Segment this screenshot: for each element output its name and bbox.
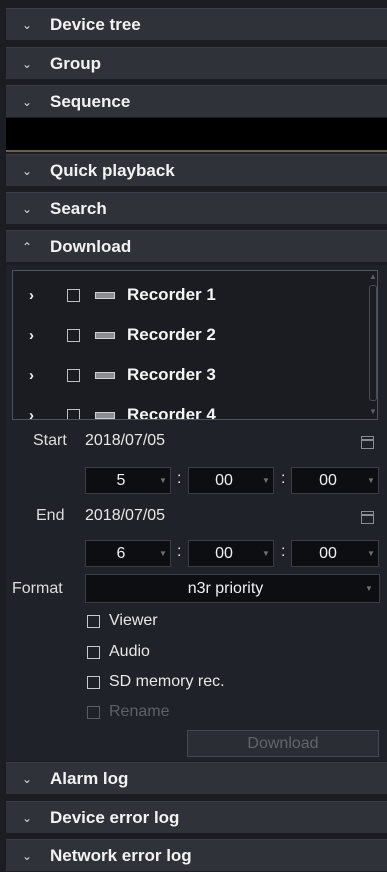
start-date[interactable]: 2018/07/05 bbox=[85, 432, 165, 450]
time-separator: : bbox=[281, 470, 286, 487]
chevron-down-icon[interactable]: ▼ bbox=[364, 476, 378, 485]
recorder-checkbox[interactable] bbox=[67, 328, 80, 342]
chevron-down-icon[interactable]: ▼ bbox=[156, 476, 170, 485]
end-label: End bbox=[36, 507, 65, 524]
viewer-option[interactable]: Viewer bbox=[87, 610, 158, 632]
tree-row-recorder-3[interactable]: › Recorder 3 bbox=[13, 355, 358, 395]
audio-label: Audio bbox=[109, 643, 150, 660]
panel-download[interactable]: ⌃ Download bbox=[6, 230, 387, 262]
panel-title-sequence: Sequence bbox=[50, 91, 131, 111]
panel-title-group: Group bbox=[50, 53, 101, 73]
scrollbar-thumb[interactable] bbox=[369, 285, 377, 401]
chevron-right-icon[interactable]: › bbox=[29, 327, 34, 344]
panel-quick-playback[interactable]: ⌄ Quick playback bbox=[6, 154, 387, 186]
chevron-down-icon: ⌄ bbox=[21, 848, 33, 863]
end-minute-spinner[interactable]: 00 ▼ bbox=[188, 540, 274, 567]
tree-scrollbar[interactable]: ▲ ▼ bbox=[368, 271, 377, 419]
chevron-down-icon: ⌄ bbox=[21, 163, 33, 178]
chevron-down-icon[interactable]: ▼ bbox=[156, 549, 170, 558]
format-label: Format bbox=[12, 580, 63, 597]
chevron-right-icon[interactable]: › bbox=[29, 287, 34, 304]
format-value: n3r priority bbox=[187, 579, 264, 597]
panel-title-device-error-log: Device error log bbox=[50, 807, 180, 827]
recorder-icon bbox=[95, 411, 115, 419]
chevron-right-icon[interactable]: › bbox=[29, 367, 34, 384]
end-hour-spinner[interactable]: 6 ▼ bbox=[85, 540, 171, 567]
calendar-icon[interactable] bbox=[361, 511, 374, 524]
panel-title-device-tree: Device tree bbox=[50, 14, 141, 34]
audio-checkbox[interactable] bbox=[87, 645, 100, 659]
sd-memory-option[interactable]: SD memory rec. bbox=[87, 671, 225, 693]
recorder-name: Recorder 2 bbox=[127, 325, 216, 344]
chevron-down-icon: ⌄ bbox=[21, 94, 33, 109]
recorder-tree[interactable]: › Recorder 1 › Recorder 2 › Recorder 3 ›… bbox=[12, 270, 378, 420]
start-second-spinner[interactable]: 00 ▼ bbox=[291, 467, 379, 494]
chevron-down-icon: ⌄ bbox=[21, 17, 33, 32]
panel-title-search: Search bbox=[50, 198, 107, 218]
start-second-value: 00 bbox=[319, 471, 337, 489]
panel-title-network-error-log: Network error log bbox=[50, 845, 192, 865]
tree-row-recorder-1[interactable]: › Recorder 1 bbox=[13, 275, 358, 315]
sd-memory-checkbox[interactable] bbox=[87, 675, 100, 689]
panel-network-error-log[interactable]: ⌄ Network error log bbox=[6, 839, 387, 871]
end-minute-value: 00 bbox=[215, 544, 233, 562]
start-hour-value: 5 bbox=[116, 471, 126, 489]
format-select[interactable]: n3r priority ▼ bbox=[85, 574, 380, 603]
sd-memory-label: SD memory rec. bbox=[109, 673, 225, 690]
time-separator: : bbox=[281, 543, 286, 560]
start-hour-spinner[interactable]: 5 ▼ bbox=[85, 467, 171, 494]
audio-option[interactable]: Audio bbox=[87, 641, 150, 663]
panel-title-download: Download bbox=[50, 236, 132, 256]
chevron-down-icon[interactable]: ▼ bbox=[259, 476, 273, 485]
end-second-spinner[interactable]: 00 ▼ bbox=[291, 540, 379, 567]
chevron-down-icon[interactable]: ▼ bbox=[364, 549, 378, 558]
sequence-content-area bbox=[6, 118, 387, 150]
chevron-down-icon: ⌄ bbox=[21, 810, 33, 825]
end-date[interactable]: 2018/07/05 bbox=[85, 507, 165, 525]
chevron-down-icon: ⌄ bbox=[21, 56, 33, 71]
panel-alarm-log[interactable]: ⌄ Alarm log bbox=[6, 762, 387, 794]
divider bbox=[6, 150, 387, 152]
download-button[interactable]: Download bbox=[187, 730, 379, 757]
rename-checkbox bbox=[87, 705, 100, 719]
chevron-right-icon[interactable]: › bbox=[29, 407, 34, 420]
recorder-checkbox[interactable] bbox=[67, 368, 80, 382]
rename-option: Rename bbox=[87, 701, 169, 723]
end-second-value: 00 bbox=[319, 544, 337, 562]
chevron-down-icon[interactable]: ▼ bbox=[259, 549, 273, 558]
tree-row-recorder-2[interactable]: › Recorder 2 bbox=[13, 315, 358, 355]
chevron-down-icon[interactable]: ▼ bbox=[365, 584, 379, 593]
tree-row-recorder-4[interactable]: › Recorder 4 bbox=[13, 395, 358, 420]
time-separator: : bbox=[177, 470, 182, 487]
panel-group[interactable]: ⌄ Group bbox=[6, 47, 387, 79]
recorder-icon bbox=[95, 371, 115, 379]
recorder-name: Recorder 1 bbox=[127, 285, 216, 304]
start-minute-spinner[interactable]: 00 ▼ bbox=[188, 467, 274, 494]
panel-search[interactable]: ⌄ Search bbox=[6, 192, 387, 224]
panel-title-quick-playback: Quick playback bbox=[50, 160, 175, 180]
scroll-up-icon[interactable]: ▲ bbox=[369, 272, 377, 281]
recorder-checkbox[interactable] bbox=[67, 288, 80, 302]
start-label: Start bbox=[33, 432, 67, 449]
viewer-checkbox[interactable] bbox=[87, 614, 100, 628]
panel-title-alarm-log: Alarm log bbox=[50, 768, 129, 788]
viewer-label: Viewer bbox=[109, 612, 158, 629]
time-separator: : bbox=[177, 543, 182, 560]
recorder-name: Recorder 3 bbox=[127, 365, 216, 384]
recorder-checkbox[interactable] bbox=[67, 408, 80, 419]
recorder-name: Recorder 4 bbox=[127, 405, 216, 420]
chevron-down-icon: ⌄ bbox=[21, 201, 33, 216]
panel-device-error-log[interactable]: ⌄ Device error log bbox=[6, 801, 387, 833]
chevron-up-icon: ⌃ bbox=[21, 239, 33, 254]
panel-device-tree[interactable]: ⌄ Device tree bbox=[6, 8, 387, 40]
calendar-icon[interactable] bbox=[361, 436, 374, 449]
recorder-icon bbox=[95, 291, 115, 299]
recorder-icon bbox=[95, 331, 115, 339]
start-minute-value: 00 bbox=[215, 471, 233, 489]
panel-sequence[interactable]: ⌄ Sequence bbox=[6, 85, 387, 117]
end-hour-value: 6 bbox=[116, 544, 126, 562]
chevron-down-icon: ⌄ bbox=[21, 771, 33, 786]
rename-label: Rename bbox=[109, 703, 170, 720]
scroll-down-icon[interactable]: ▼ bbox=[369, 407, 377, 416]
